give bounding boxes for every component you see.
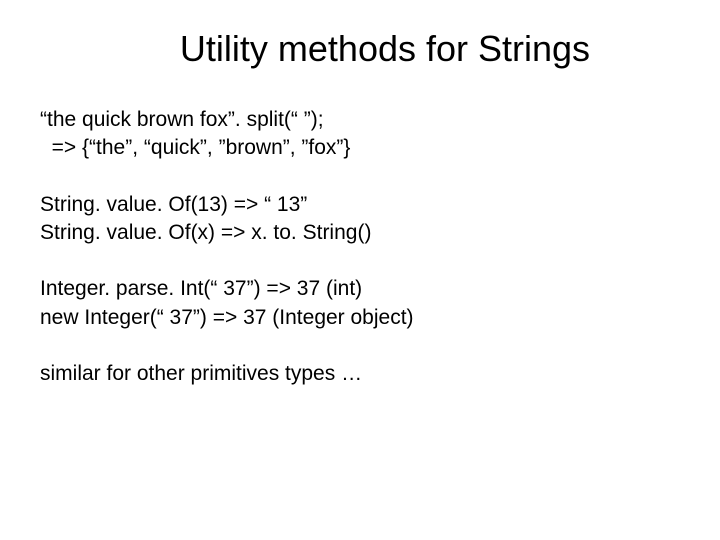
text-line: => {“the”, “quick”, ”brown”, ”fox”}	[40, 134, 680, 162]
text-line: new Integer(“ 37”) => 37 (Integer object…	[40, 304, 680, 332]
block-split-example: “the quick brown fox”. split(“ ”); => {“…	[40, 106, 680, 163]
block-note: similar for other primitives types …	[40, 360, 680, 388]
block-valueof-example: String. value. Of(13) => “ 13” String. v…	[40, 191, 680, 248]
slide-title: Utility methods for Strings	[40, 28, 680, 70]
text-line: String. value. Of(x) => x. to. String()	[40, 219, 680, 247]
text-line: “the quick brown fox”. split(“ ”);	[40, 106, 680, 134]
block-parseint-example: Integer. parse. Int(“ 37”) => 37 (int) n…	[40, 275, 680, 332]
text-line: similar for other primitives types …	[40, 360, 680, 388]
text-line: Integer. parse. Int(“ 37”) => 37 (int)	[40, 275, 680, 303]
text-line: String. value. Of(13) => “ 13”	[40, 191, 680, 219]
slide-body: “the quick brown fox”. split(“ ”); => {“…	[40, 106, 680, 416]
slide: Utility methods for Strings “the quick b…	[0, 0, 720, 540]
